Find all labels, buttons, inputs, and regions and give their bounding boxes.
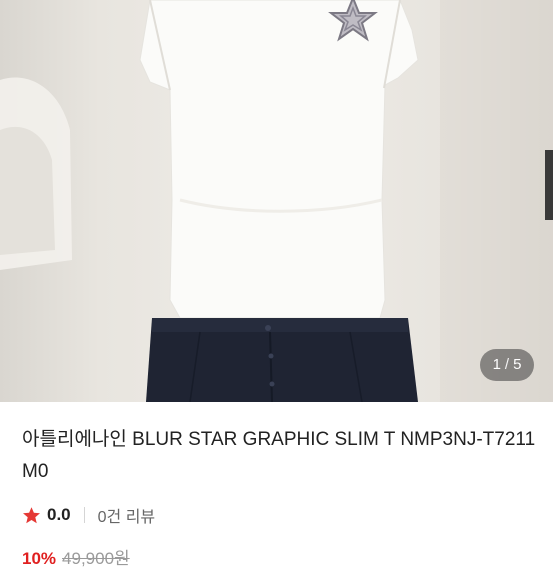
product-title: 아틀리에나인 BLUR STAR GRAPHIC SLIM T NMP3NJ-T… — [22, 429, 536, 482]
image-counter-badge: 1 / 5 — [480, 349, 534, 381]
product-photo-illustration — [0, 0, 553, 402]
price-row: 10% 49,900원 — [22, 544, 130, 569]
original-price: 49,900원 — [62, 549, 130, 568]
rating-row: 0.0 0건 리뷰 — [22, 500, 155, 530]
image-counter-separator: / — [504, 356, 510, 373]
image-counter-current: 1 — [492, 356, 501, 373]
star-icon — [23, 506, 40, 523]
discount-rate: 10% — [22, 549, 57, 568]
product-image[interactable]: 1 / 5 — [0, 0, 553, 402]
rating-divider — [83, 507, 85, 523]
review-count-link[interactable]: 0건 리뷰 — [98, 503, 156, 527]
rating-value: 0.0 — [47, 505, 71, 524]
product-info: 아틀리에나인 BLUR STAR GRAPHIC SLIM T NMP3NJ-T… — [22, 424, 537, 488]
image-counter-total: 5 — [513, 356, 522, 373]
